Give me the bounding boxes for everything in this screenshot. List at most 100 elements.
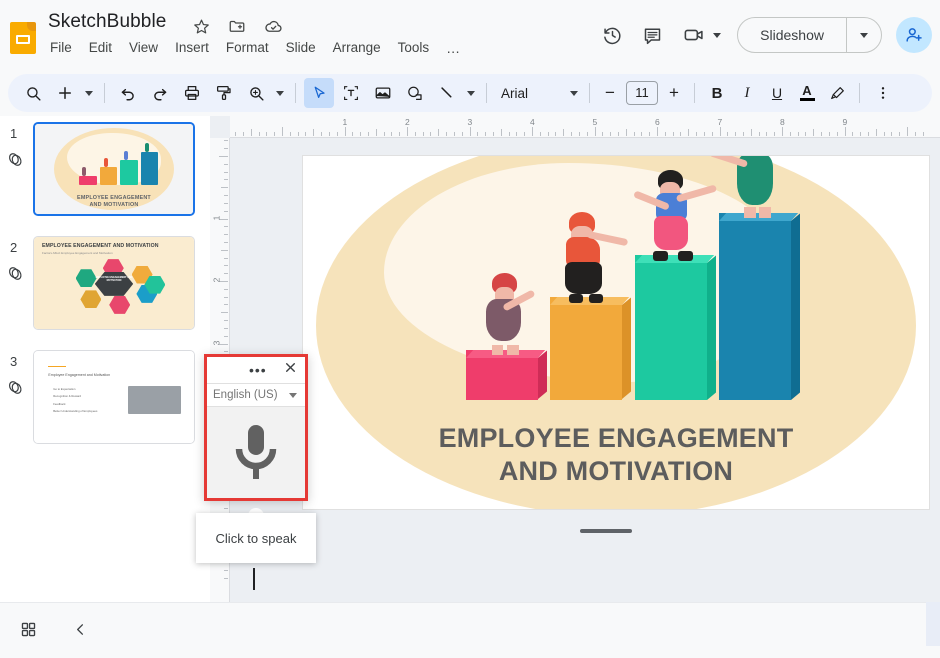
ruler-tick [742,132,744,136]
cloud-saved-icon[interactable] [262,15,284,37]
text-color-button[interactable]: A [793,79,821,107]
ruler-tick [586,132,588,136]
zoom-tool-icon[interactable] [241,78,271,108]
ruler-tick-vertical [224,335,228,337]
shape-icon[interactable] [400,78,430,108]
new-slide-dropdown-icon[interactable] [82,78,96,108]
language-select[interactable]: English (US) [207,383,305,407]
language-dropdown-icon[interactable] [289,392,297,398]
font-family-select[interactable]: Arial [495,78,581,108]
version-history-icon[interactable] [595,18,629,52]
menu-bar: File Edit View Insert Format Slide Arran… [50,40,461,56]
menu-arrange[interactable]: Arrange [333,40,381,56]
italic-button[interactable]: I [733,79,761,107]
slide-editor-canvas[interactable]: EMPLOYEE ENGAGEMENT AND MOTIVATION [302,155,930,510]
ruler-tick-vertical [224,351,228,353]
insert-image-icon[interactable] [368,78,398,108]
line-dropdown-icon[interactable] [464,78,478,108]
slide-thumbnail-1[interactable]: EMPLOYEE ENGAGEMENT AND MOTIVATION [33,122,195,216]
ruler-number-vertical: 2 [211,277,222,283]
print-icon[interactable] [177,78,207,108]
microphone-button[interactable] [207,407,305,498]
meet-dropdown-icon[interactable] [713,32,722,38]
new-slide-icon[interactable] [50,78,80,108]
decrease-font-size-button[interactable]: − [598,80,622,106]
redo-icon[interactable] [145,78,175,108]
ruler-tick [805,132,807,136]
text-box-icon[interactable] [336,78,366,108]
ruler-tick [844,127,846,136]
ruler-tick [250,129,252,136]
ruler-tick [391,132,393,136]
close-icon[interactable] [282,361,298,377]
ruler-tick [485,132,487,136]
filmstrip-slide-2[interactable]: 2 EMPLOYEE ENGAGEMENT AND MOTIVATION Fac… [0,236,210,344]
font-size-stepper: − 11 + [598,80,686,106]
menu-insert[interactable]: Insert [175,40,209,56]
increase-font-size-button[interactable]: + [662,80,686,106]
ruler-tick-vertical [224,257,228,259]
undo-icon[interactable] [113,78,143,108]
menu-overflow-icon[interactable]: … [446,40,461,56]
notes-pane-resize-handle[interactable] [580,529,632,533]
toolbar-divider-6 [859,83,860,103]
font-family-value: Arial [501,85,529,101]
font-size-input[interactable]: 11 [626,81,658,105]
filmstrip-slide-3[interactable]: 3 Employee Engagement and Motivation Go … [0,350,210,458]
menu-edit[interactable]: Edit [89,40,112,56]
meet-call-button[interactable] [675,18,723,52]
slideshow-button[interactable]: Slideshow [737,17,882,53]
text-color-swatch [799,98,815,101]
ruler-tick [305,132,307,136]
bold-button[interactable]: B [703,79,731,107]
chart-bar-3 [634,254,716,400]
slide-number-1: 1 [10,126,18,141]
add-person-icon [906,28,922,42]
filmstrip-slide-1[interactable]: 1 EMPLOYEE ENGAGEMENT AND MOTIVATION [0,122,210,230]
underline-button[interactable]: U [763,79,791,107]
slide-title-text[interactable]: EMPLOYEE ENGAGEMENT AND MOTIVATION [353,422,879,488]
paint-format-icon[interactable] [209,78,239,108]
document-title[interactable]: SketchBubble [48,11,166,33]
text-cursor [253,568,255,590]
search-icon[interactable] [18,78,48,108]
share-button[interactable] [896,17,932,53]
slide-thumbnail-3[interactable]: Employee Engagement and Motivation Go to… [33,350,195,444]
scrollbar-thumb[interactable] [926,602,940,646]
ruler-tick [321,132,323,136]
slide-title-line2: AND MOTIVATION [498,455,734,486]
menu-tools[interactable]: Tools [398,40,430,56]
chart-bar-1 [465,350,547,400]
ruler-tick [532,127,533,136]
collapse-filmstrip-icon[interactable] [64,613,96,645]
ruler-tick-vertical [221,249,228,251]
grid-view-icon[interactable] [12,613,44,645]
zoom-dropdown-icon[interactable] [273,78,287,108]
voice-dialog-more-icon[interactable]: ••• [249,363,267,377]
voice-typing-dialog[interactable]: ••• English (US) [204,354,308,501]
select-tool-icon[interactable] [304,78,334,108]
ruler-tick-vertical [224,234,228,236]
menu-slide[interactable]: Slide [286,40,316,56]
ruler-tick [461,132,463,136]
menu-file[interactable]: File [50,40,72,56]
more-options-icon[interactable] [868,78,898,108]
star-icon[interactable] [190,15,212,37]
menu-view[interactable]: View [129,40,158,56]
ruler-number: 5 [592,117,598,127]
line-icon[interactable] [432,78,462,108]
menu-format[interactable]: Format [226,40,269,56]
horizontal-ruler[interactable]: 1 2 3 4 5 6 7 8 9 [230,116,940,138]
slide-thumbnail-2[interactable]: EMPLOYEE ENGAGEMENT AND MOTIVATION Facto… [33,236,195,330]
slide-filmstrip[interactable]: 1 EMPLOYEE ENGAGEMENT AND MOTIVATION 2 E… [0,116,210,602]
ruler-tick [867,132,869,136]
ruler-tick [610,132,612,136]
slideshow-dropdown-icon[interactable] [847,18,881,52]
ruler-tick [563,129,565,136]
font-family-dropdown-icon[interactable] [567,78,581,108]
move-to-folder-icon[interactable] [226,15,248,37]
highlight-color-icon[interactable] [823,79,851,107]
chart-bar-4 [719,212,801,400]
comments-icon[interactable] [635,18,669,52]
ruler-tick [492,132,494,136]
